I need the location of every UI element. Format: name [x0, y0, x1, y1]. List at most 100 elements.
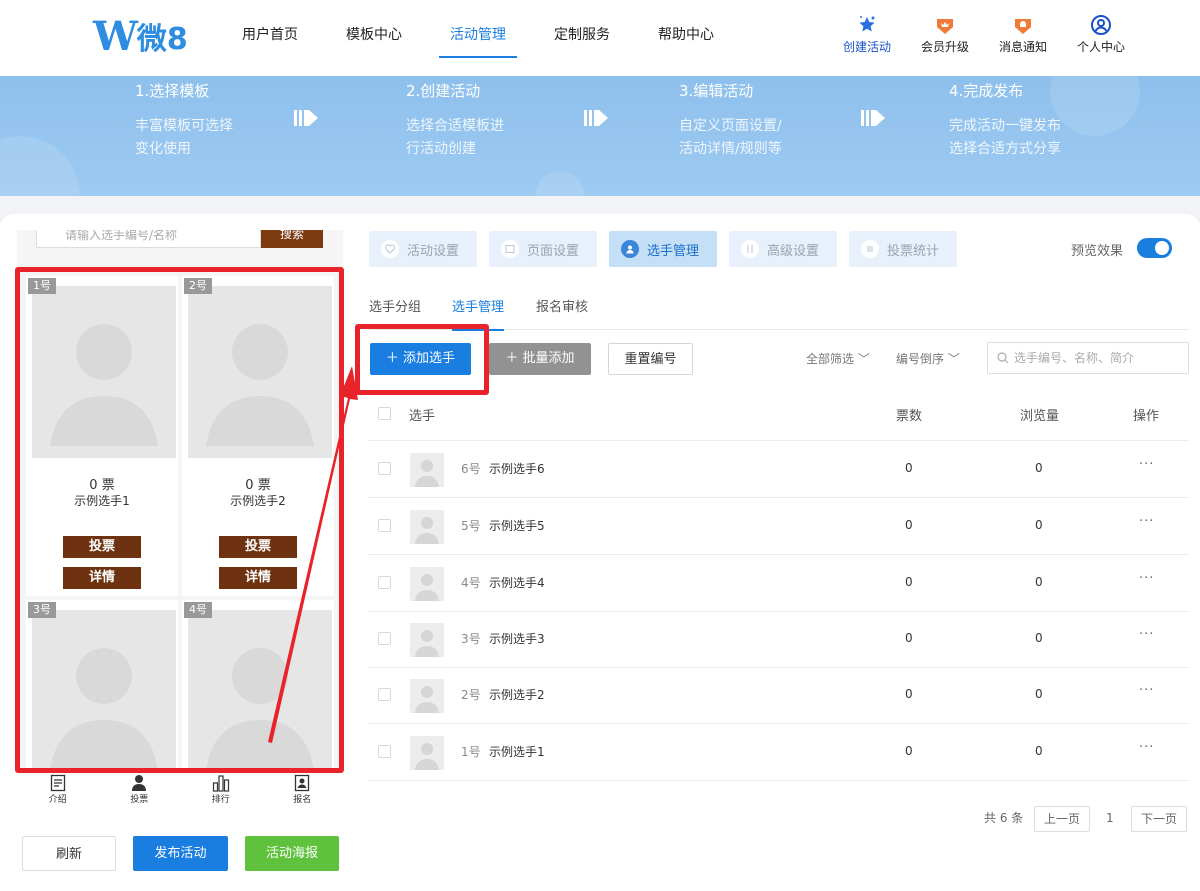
view-count: 0 [1035, 744, 1043, 758]
person-icon [621, 240, 639, 258]
col-votes: 票数 [896, 409, 923, 424]
vote-count: 0 [905, 461, 913, 475]
main-nav: 用户首页 模板中心 活动管理 定制服务 帮助中心 [224, 0, 744, 76]
player-subtabs: 选手分组 选手管理 报名审核 [369, 288, 1189, 331]
preview-tab-vote[interactable]: 投票 [99, 770, 181, 810]
more-actions-icon[interactable]: ··· [1139, 457, 1154, 472]
more-actions-icon[interactable]: ··· [1139, 627, 1154, 642]
more-actions-icon[interactable]: ··· [1139, 683, 1154, 698]
star-icon [828, 14, 906, 36]
player-name: 示例选手4 [489, 576, 545, 590]
chevron-down-icon: ﹀ [947, 352, 960, 366]
filter-dropdown[interactable]: 全部筛选 ﹀ [806, 350, 870, 367]
nav-activities[interactable]: 活动管理 [432, 0, 524, 76]
notifications-button[interactable]: 消息通知 [984, 14, 1062, 55]
person-icon [99, 774, 181, 792]
heart-icon [381, 240, 399, 258]
tab-advanced-settings[interactable]: 高级设置 [729, 231, 837, 267]
document-icon [17, 774, 99, 792]
subtab-player-management[interactable]: 选手管理 [452, 296, 505, 331]
preview-effect-toggle[interactable] [1137, 238, 1172, 258]
vote-count: 0 [905, 687, 913, 701]
row-checkbox[interactable] [378, 519, 391, 532]
view-count: 0 [1035, 631, 1043, 645]
player-number: 4号 [461, 576, 481, 590]
table-row: 5号 示例选手5 0 0 ··· [369, 498, 1189, 555]
table-row: 2号 示例选手2 0 0 ··· [369, 667, 1189, 724]
nav-help[interactable]: 帮助中心 [640, 0, 732, 76]
image-icon [501, 240, 519, 258]
activity-poster-button[interactable]: 活动海报 [245, 836, 339, 871]
table-row: 6号 示例选手6 0 0 ··· [369, 441, 1189, 498]
tab-vote-statistics[interactable]: 投票统计 [849, 231, 957, 267]
player-avatar [410, 623, 444, 657]
more-actions-icon[interactable]: ··· [1139, 514, 1154, 529]
member-upgrade-button[interactable]: 会员升级 [906, 14, 984, 55]
player-name: 示例选手5 [489, 519, 545, 533]
current-page[interactable]: 1 [1106, 806, 1114, 832]
step-2: 2.创建活动 选择合适模板进 行活动创建 [406, 82, 504, 157]
list-icon [861, 240, 879, 258]
sort-dropdown[interactable]: 编号倒序 ﹀ [896, 350, 960, 367]
step-1: 1.选择模板 丰富模板可选择 变化使用 [135, 82, 233, 157]
player-number: 1号 [461, 745, 481, 759]
player-avatar [410, 679, 444, 713]
subtab-player-groups[interactable]: 选手分组 [369, 296, 421, 315]
player-search-input[interactable]: 选手编号、名称、简介 [987, 342, 1189, 374]
more-actions-icon[interactable]: ··· [1139, 571, 1154, 586]
more-actions-icon[interactable]: ··· [1139, 740, 1154, 755]
nav-home[interactable]: 用户首页 [224, 0, 316, 76]
player-number: 2号 [461, 688, 481, 702]
tab-page-settings[interactable]: 页面设置 [489, 231, 597, 267]
vote-count: 0 [905, 744, 913, 758]
create-activity-button[interactable]: 创建活动 [828, 14, 906, 55]
row-checkbox[interactable] [378, 688, 391, 701]
next-page-button[interactable]: 下一页 [1131, 806, 1188, 832]
table-header: 选手 票数 浏览量 操作 [369, 388, 1189, 441]
logo-text: 微8 [136, 22, 188, 57]
preview-tab-ranking[interactable]: 排行 [180, 770, 262, 810]
row-checkbox[interactable] [378, 576, 391, 589]
table-row: 3号 示例选手3 0 0 ··· [369, 611, 1189, 668]
player-number: 6号 [461, 462, 481, 476]
row-checkbox[interactable] [378, 745, 391, 758]
user-icon [1062, 14, 1140, 36]
tab-activity-settings[interactable]: 活动设置 [369, 231, 477, 267]
vote-count: 0 [905, 631, 913, 645]
publish-activity-button[interactable]: 发布活动 [133, 836, 228, 871]
id-card-icon [262, 774, 344, 792]
preview-tab-signup[interactable]: 报名 [262, 770, 344, 810]
player-avatar [410, 453, 444, 487]
select-all-checkbox[interactable] [378, 407, 391, 420]
preview-search-button[interactable]: 搜索 [261, 230, 323, 248]
player-avatar [410, 736, 444, 770]
row-checkbox[interactable] [378, 462, 391, 475]
row-checkbox[interactable] [378, 632, 391, 645]
table-row: 1号 示例选手1 0 0 ··· [369, 724, 1189, 781]
nav-templates[interactable]: 模板中心 [328, 0, 420, 76]
personal-center-button[interactable]: 个人中心 [1062, 14, 1140, 55]
nav-custom-service[interactable]: 定制服务 [536, 0, 628, 76]
prev-page-button[interactable]: 上一页 [1034, 806, 1091, 832]
player-number-badge: 1号 [28, 278, 56, 294]
preview-tab-intro[interactable]: 介绍 [17, 770, 99, 810]
logo[interactable]: W 微8 [93, 13, 188, 60]
player-name: 示例选手3 [489, 632, 545, 646]
refresh-button[interactable]: 刷新 [22, 836, 116, 871]
vote-count: 0 [905, 518, 913, 532]
sliders-icon [741, 240, 759, 258]
preview-search-input[interactable]: 请输入选手编号/名称 [36, 230, 261, 248]
chevron-down-icon: ﹀ [857, 352, 870, 366]
batch-add-button[interactable]: ＋ 批量添加 [489, 343, 591, 375]
preview-bottom-tabbar: 介绍 投票 排行 报名 [17, 770, 343, 810]
player-number: 3号 [461, 632, 481, 646]
player-name: 示例选手1 [489, 745, 545, 759]
top-header: W 微8 用户首页 模板中心 活动管理 定制服务 帮助中心 创建活动 会员升级 … [0, 0, 1200, 76]
pagination-total: 共 6 条 [984, 811, 1024, 825]
tab-player-management[interactable]: 选手管理 [609, 231, 717, 267]
reset-numbers-button[interactable]: 重置编号 [608, 343, 693, 375]
search-icon [997, 352, 1009, 364]
subtab-signup-review[interactable]: 报名审核 [536, 296, 588, 315]
view-count: 0 [1035, 575, 1043, 589]
bell-badge-icon [984, 14, 1062, 36]
